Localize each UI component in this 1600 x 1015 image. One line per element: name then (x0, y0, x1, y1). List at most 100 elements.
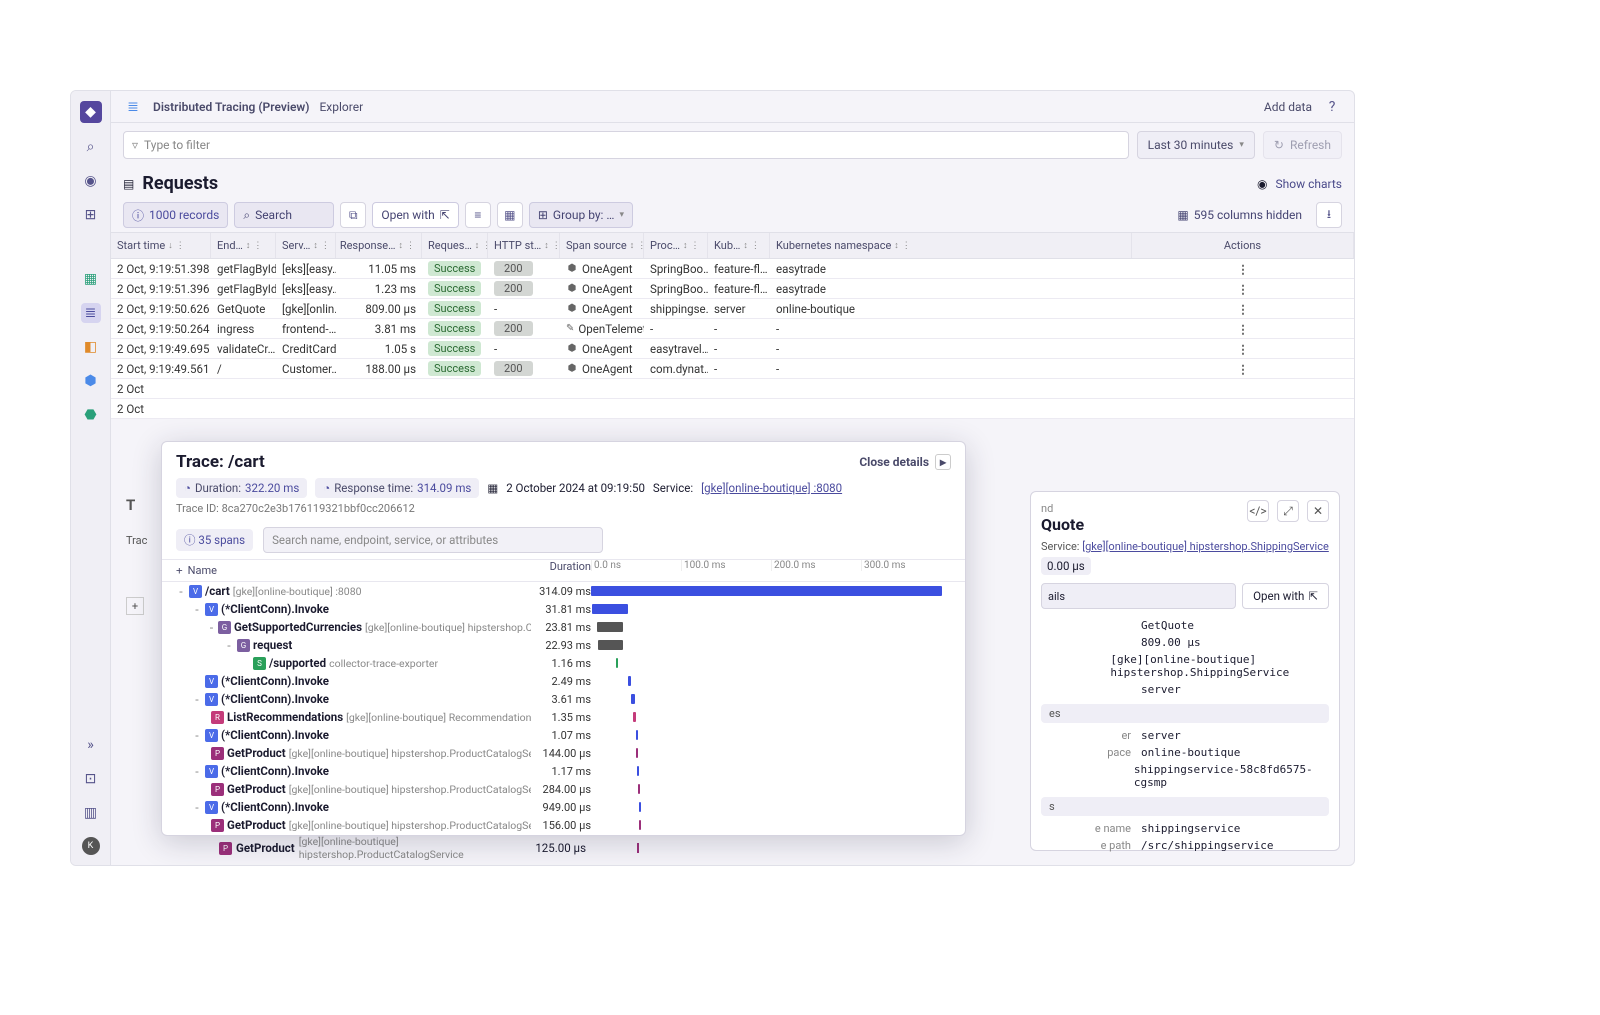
expand-toggle-icon[interactable]: - (208, 620, 215, 634)
user-icon[interactable]: K (82, 837, 100, 855)
span-row-below[interactable]: P GetProduct [gke][online-boutique] hips… (171, 839, 951, 857)
nav-item-5-icon[interactable]: ⬣ (81, 405, 101, 425)
timeline-header: 0.0 ns100.0 ms200.0 ms300.0 ms (591, 560, 951, 581)
span-row[interactable]: -V(*ClientConn).Invoke 3.61 ms (176, 690, 951, 708)
trace-overlay: Trace: /cart Close details▸ ◔Duration: 3… (161, 441, 966, 836)
open-with-button[interactable]: Open with⇱ (372, 202, 459, 228)
search-icon[interactable]: ⌕ (81, 137, 101, 157)
column-header[interactable]: Reques… ↕ ⋮ (422, 233, 488, 258)
duration-tag: 0.00 µs (1041, 557, 1091, 575)
table-row[interactable]: 2 Oct, 9:19:51.396getFlagById[eks][easy…… (111, 279, 1354, 299)
expand-toggle-icon[interactable]: - (176, 584, 186, 598)
logo-icon[interactable]: ◆ (80, 101, 102, 123)
row-actions-icon[interactable]: ⋮ (1237, 322, 1249, 336)
span-count[interactable]: ⓘ 35 spans (176, 529, 253, 551)
nav-item-1-icon[interactable]: ▦ (81, 269, 101, 289)
pin-icon[interactable]: ⊡ (81, 769, 101, 789)
column-header[interactable]: End… ↕ ⋮ (211, 233, 276, 258)
table-row-partial[interactable]: 2 Oct (111, 379, 1354, 399)
span-row[interactable]: S/supported collector-trace-exporter1.16… (176, 654, 951, 672)
span-row[interactable]: -V(*ClientConn).Invoke 1.17 ms (176, 762, 951, 780)
column-header[interactable]: Actions (1132, 233, 1354, 258)
show-charts-link[interactable]: Show charts (1276, 177, 1342, 191)
breadcrumb-parent[interactable]: Distributed Tracing (Preview) (153, 100, 309, 114)
add-icon[interactable]: + (126, 597, 144, 615)
table-row[interactable]: 2 Oct, 9:19:49.561/Customer…188.00 µsSuc… (111, 359, 1354, 379)
expand-toggle-icon[interactable]: - (192, 800, 202, 814)
table-row-partial[interactable]: 2 Oct (111, 399, 1354, 419)
row-actions-icon[interactable]: ⋮ (1237, 342, 1249, 356)
expand-toggle-icon[interactable]: - (192, 764, 202, 778)
column-header[interactable]: Span source ↕ ⋮ (560, 233, 644, 258)
detail-row: paceonline-boutique (1041, 744, 1329, 761)
add-data-link[interactable]: Add data (1264, 100, 1312, 114)
records-count[interactable]: ⓘ1000 records (123, 202, 228, 228)
row-actions-icon[interactable]: ⋮ (1237, 302, 1249, 316)
service-link[interactable]: [gke][online-boutique] :8080 (701, 481, 842, 495)
name-col-header[interactable]: Name (188, 564, 217, 577)
table-row[interactable]: 2 Oct, 9:19:50.264ingressfrontend-…3.81 … (111, 319, 1354, 339)
close-icon[interactable]: ✕ (1307, 500, 1329, 522)
table-row[interactable]: 2 Oct, 9:19:49.695validateCr…CreditCard…… (111, 339, 1354, 359)
breadcrumb-current[interactable]: Explorer (319, 100, 363, 114)
span-row[interactable]: -V(*ClientConn).Invoke 31.81 ms (176, 600, 951, 618)
span-row[interactable]: -Grequest 22.93 ms (176, 636, 951, 654)
service-link[interactable]: [gke][online-boutique] hipstershop.Shipp… (1082, 540, 1329, 553)
row-actions-icon[interactable]: ⋮ (1237, 262, 1249, 276)
list-view-button[interactable]: ≡ (465, 202, 491, 228)
span-row[interactable]: -GGetSupportedCurrencies [gke][online-bo… (176, 618, 951, 636)
filter-input[interactable]: ▿ Type to filter (123, 131, 1129, 159)
trace-id-value: 8ca270c2e3b176119321bbf0cc206612 (222, 502, 415, 515)
span-row[interactable]: -V(*ClientConn).Invoke 982.00 µs (176, 834, 951, 835)
column-header[interactable]: Kub… ↕ ⋮ (708, 233, 770, 258)
expand-toggle-icon[interactable]: - (224, 638, 234, 652)
nav-item-tracing-icon[interactable]: ≣ (81, 303, 101, 323)
span-row[interactable]: -V(*ClientConn).Invoke 949.00 µs (176, 798, 951, 816)
download-button[interactable]: ⭳ (1316, 202, 1342, 228)
refresh-button[interactable]: ↻Refresh (1263, 131, 1342, 159)
nav-item-3-icon[interactable]: ◧ (81, 337, 101, 357)
span-row[interactable]: PGetProduct [gke][online-boutique] hipst… (176, 780, 951, 798)
apps-icon[interactable]: ⊞ (81, 205, 101, 225)
column-header[interactable]: Proc… ↕ ⋮ (644, 233, 708, 258)
expand-toggle-icon[interactable]: - (192, 692, 202, 706)
row-actions-icon[interactable]: ⋮ (1237, 362, 1249, 376)
column-header[interactable]: HTTP st… ↕ ⋮ (488, 233, 560, 258)
code-icon[interactable]: </> (1247, 500, 1269, 522)
column-header[interactable]: Response… ↕ ⋮ (336, 233, 422, 258)
column-header[interactable]: Serv… ↕ ⋮ (276, 233, 336, 258)
open-with-button[interactable]: Open with⇱ (1242, 583, 1329, 609)
span-search-input[interactable]: Search name, endpoint, service, or attri… (263, 527, 603, 553)
row-actions-icon[interactable]: ⋮ (1237, 282, 1249, 296)
expand-icon[interactable]: ⤢ (1277, 500, 1299, 522)
timeline-tick: 200.0 ms (771, 560, 861, 571)
nav-item-4-icon[interactable]: ⬢ (81, 371, 101, 391)
column-header[interactable]: Start time ↓ ⋮ (111, 233, 211, 258)
chart-icon[interactable]: ▥ (81, 803, 101, 823)
span-row[interactable]: PGetProduct [gke][online-boutique] hipst… (176, 744, 951, 762)
group-by-button[interactable]: ⊞Group by: …▾ (529, 202, 633, 228)
trace-timestamp: 2 October 2024 at 09:19:50 (506, 481, 645, 495)
table-row[interactable]: 2 Oct, 9:19:50.626GetQuote[gke][onlin…80… (111, 299, 1354, 319)
expand-toggle-icon[interactable]: - (192, 602, 202, 616)
duration-col-header[interactable]: Duration (531, 560, 591, 581)
span-row[interactable]: V(*ClientConn).Invoke 2.49 ms (176, 672, 951, 690)
expand-toggle-icon[interactable]: - (192, 728, 202, 742)
span-row[interactable]: -V/cart [gke][online-boutique] :8080314.… (176, 582, 951, 600)
close-details-button[interactable]: Close details▸ (859, 454, 951, 470)
span-row[interactable]: -V(*ClientConn).Invoke 1.07 ms (176, 726, 951, 744)
column-header[interactable]: Kubernetes namespace ↕ ⋮ (770, 233, 1132, 258)
expand-all-icon[interactable]: + (176, 564, 183, 577)
table-view-button[interactable]: ▦ (497, 202, 523, 228)
table-row[interactable]: 2 Oct, 9:19:51.398getFlagById[eks][easy…… (111, 259, 1354, 279)
copy-button[interactable]: ⧉ (340, 202, 366, 228)
expand-icon[interactable]: » (81, 735, 101, 755)
help-icon[interactable]: ? (1322, 97, 1342, 117)
span-row[interactable]: PGetProduct [gke][online-boutique] hipst… (176, 816, 951, 834)
globe-icon[interactable]: ◉ (81, 171, 101, 191)
columns-hidden[interactable]: ▦595 columns hidden (1169, 202, 1310, 228)
timerange-picker[interactable]: Last 30 minutes▾ (1137, 131, 1255, 159)
left-sidebar: ◆ ⌕ ◉ ⊞ ▦ ≣ ◧ ⬢ ⬣ » ⊡ ▥ K (71, 91, 111, 865)
span-row[interactable]: RListRecommendations [gke][online-boutiq… (176, 708, 951, 726)
table-search[interactable]: ⌕Search (234, 202, 334, 228)
